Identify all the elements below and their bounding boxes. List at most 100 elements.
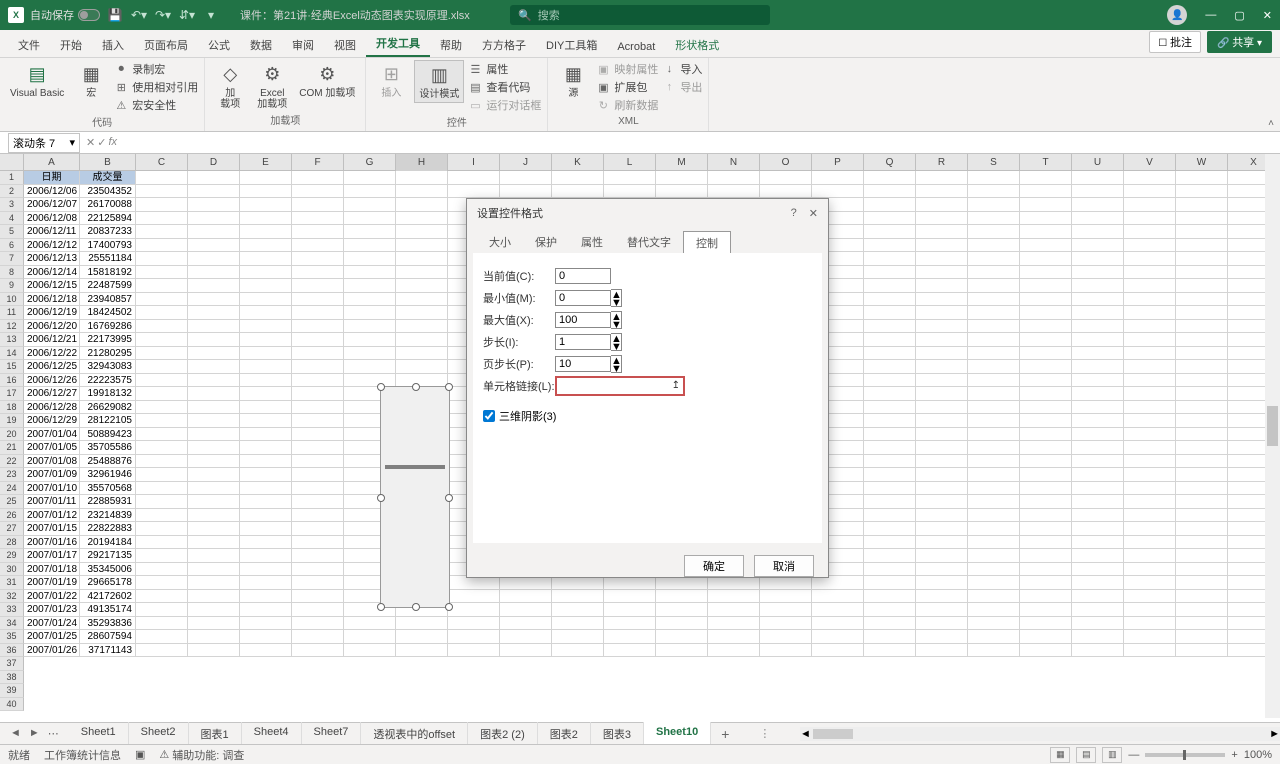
dialog-tab-control[interactable]: 控制 [683, 231, 731, 253]
tab-view[interactable]: 视图 [324, 31, 366, 57]
name-box[interactable]: 滚动条 7▾ [8, 133, 80, 153]
sheet-nav-menu-icon[interactable]: ⋯ [48, 727, 59, 740]
tab-layout[interactable]: 页面布局 [134, 31, 198, 57]
macro-security-button[interactable]: ⚠宏安全性 [114, 96, 198, 114]
expansion-pack-button[interactable]: ▣扩展包 [596, 78, 658, 96]
tab-formula[interactable]: 公式 [198, 31, 240, 57]
sheet-tab[interactable]: 图表2 [538, 722, 591, 746]
minimize-icon[interactable]: — [1205, 9, 1216, 21]
page-layout-view-icon[interactable]: ▤ [1076, 747, 1096, 763]
tab-shape-format[interactable]: 形状格式 [665, 31, 729, 57]
touch-icon[interactable]: ⇵▾ [178, 6, 196, 24]
min-value-input[interactable] [555, 290, 611, 306]
record-macro-button[interactable]: ⏺录制宏 [114, 60, 198, 78]
zoom-in-icon[interactable]: + [1231, 749, 1237, 761]
relative-ref-button[interactable]: ⊞使用相对引用 [114, 78, 198, 96]
column-header[interactable]: J [500, 154, 552, 171]
properties-button[interactable]: ☰属性 [468, 60, 541, 78]
sheet-tab[interactable]: Sheet2 [129, 722, 189, 746]
tab-acrobat[interactable]: Acrobat [607, 35, 665, 57]
zoom-out-icon[interactable]: — [1128, 749, 1139, 761]
tab-fanggezi[interactable]: 方方格子 [472, 31, 536, 57]
column-header[interactable]: V [1124, 154, 1176, 171]
redo-icon[interactable]: ↷▾ [154, 6, 172, 24]
zoom-level[interactable]: 100% [1244, 749, 1272, 761]
horizontal-scrollbar[interactable]: ◄► [800, 727, 1280, 741]
xml-source-button[interactable]: ▦源 [554, 60, 592, 101]
tab-data[interactable]: 数据 [240, 31, 282, 57]
comments-button[interactable]: ☐ 批注 [1149, 31, 1201, 53]
sheet-tab[interactable]: Sheet4 [242, 722, 302, 746]
step-input[interactable] [555, 334, 611, 350]
close-icon[interactable]: ✕ [1263, 9, 1272, 22]
dialog-tab-size[interactable]: 大小 [477, 231, 523, 253]
page-break-view-icon[interactable]: ▥ [1102, 747, 1122, 763]
column-header[interactable]: T [1020, 154, 1072, 171]
max-value-input[interactable] [555, 312, 611, 328]
min-spinner[interactable]: ▲▼ [611, 289, 622, 307]
excel-addins-button[interactable]: ⚙Excel 加载项 [253, 60, 291, 112]
addins-button[interactable]: ◇加 载项 [211, 60, 249, 112]
column-header[interactable]: C [136, 154, 188, 171]
sheet-nav-next-icon[interactable]: ► [29, 727, 40, 740]
xml-import-button[interactable]: ↓导入 [662, 60, 702, 78]
com-addins-button[interactable]: ⚙COM 加载项 [295, 60, 359, 101]
range-picker-icon[interactable]: ↥ [672, 380, 680, 391]
column-header[interactable]: R [916, 154, 968, 171]
sheet-options-icon[interactable]: ⋮ [759, 727, 770, 740]
dialog-close-icon[interactable]: ✕ [809, 207, 818, 220]
view-code-button[interactable]: ▤查看代码 [468, 78, 541, 96]
current-value-input[interactable] [555, 268, 611, 284]
column-header[interactable]: P [812, 154, 864, 171]
search-box[interactable]: 🔍 搜索 [510, 5, 770, 25]
user-avatar[interactable]: 👤 [1167, 5, 1187, 25]
tab-home[interactable]: 开始 [50, 31, 92, 57]
fx-icon[interactable]: fx [108, 136, 117, 149]
sheet-tab[interactable]: 图表3 [591, 722, 644, 746]
collapse-ribbon-icon[interactable]: ˄ [1268, 118, 1274, 129]
maximize-icon[interactable]: ▢ [1234, 9, 1244, 22]
cell-link-input[interactable]: ↥ [555, 376, 685, 396]
sheet-tab[interactable]: Sheet10 [644, 722, 711, 746]
ok-button[interactable]: 确定 [684, 555, 744, 577]
sheet-tab[interactable]: 图表1 [189, 722, 242, 746]
sheet-tab[interactable]: 透视表中的offset [361, 722, 468, 746]
column-header[interactable]: F [292, 154, 344, 171]
enter-formula-icon[interactable]: ✓ [97, 136, 106, 149]
status-workbook-stats[interactable]: 工作簿统计信息 [44, 747, 121, 763]
column-header[interactable]: G [344, 154, 396, 171]
step-spinner[interactable]: ▲▼ [611, 333, 622, 351]
status-macro-icon[interactable]: ▣ [135, 748, 145, 761]
page-step-input[interactable] [555, 356, 611, 372]
save-icon[interactable]: 💾 [106, 6, 124, 24]
column-header[interactable]: M [656, 154, 708, 171]
column-header[interactable]: B [80, 154, 136, 171]
sheet-tab[interactable]: Sheet7 [302, 722, 362, 746]
max-spinner[interactable]: ▲▼ [611, 311, 622, 329]
column-header[interactable]: D [188, 154, 240, 171]
visual-basic-button[interactable]: ▤Visual Basic [6, 60, 68, 101]
column-header[interactable]: H [396, 154, 448, 171]
column-header[interactable]: E [240, 154, 292, 171]
column-header[interactable]: Q [864, 154, 916, 171]
share-button[interactable]: 🔗 共享 ▾ [1207, 31, 1272, 53]
column-header[interactable]: N [708, 154, 760, 171]
sheet-nav-prev-icon[interactable]: ◄ [10, 727, 21, 740]
macros-button[interactable]: ▦宏 [72, 60, 110, 101]
column-header[interactable]: K [552, 154, 604, 171]
design-mode-button[interactable]: ▥设计模式 [414, 60, 464, 103]
undo-icon[interactable]: ↶▾ [130, 6, 148, 24]
tab-help[interactable]: 帮助 [430, 31, 472, 57]
filename[interactable]: 课件：第21讲·经典Excel动态图表实现原理.xlsx [240, 7, 470, 23]
autosave-toggle[interactable]: 自动保存 [30, 7, 100, 23]
column-header[interactable]: O [760, 154, 812, 171]
dialog-tab-property[interactable]: 属性 [569, 231, 615, 253]
normal-view-icon[interactable]: ▦ [1050, 747, 1070, 763]
column-header[interactable]: L [604, 154, 656, 171]
tab-insert[interactable]: 插入 [92, 31, 134, 57]
select-all-corner[interactable] [0, 154, 24, 171]
add-sheet-button[interactable]: + [711, 726, 739, 742]
cancel-button[interactable]: 取消 [754, 555, 814, 577]
tab-diy[interactable]: DIY工具箱 [536, 31, 607, 57]
vertical-scrollbar[interactable] [1265, 154, 1280, 718]
